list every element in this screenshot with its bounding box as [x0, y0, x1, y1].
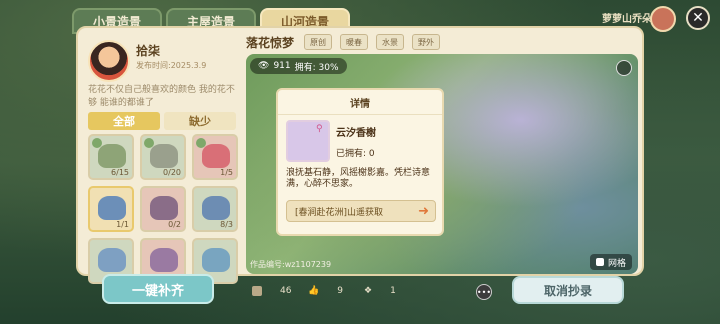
source-button[interactable]: [春涧赴花洲]山遥获取 ➜ [286, 200, 436, 222]
close-button[interactable]: ✕ [686, 6, 710, 30]
filter-all-button[interactable]: 全部 [88, 112, 160, 130]
magnifier-icon[interactable] [616, 60, 632, 76]
work-id: 作品编号:wz1107239 [250, 260, 332, 269]
flower-icon [202, 144, 230, 168]
pavilion-icon [98, 196, 126, 220]
stat-value: 9 [337, 286, 343, 296]
item-cell[interactable]: 1/5 [192, 134, 238, 180]
scene-stats: 👁 911 拥有: 30% [250, 58, 347, 74]
thumbs-up-icon: 👍 [308, 286, 320, 296]
item-thumbnail: ⚲ [286, 120, 330, 162]
work-description: 花花不仅自己般喜欢的颜色 我的花不够 能谁的都谁了 [88, 85, 235, 108]
stat-collects[interactable]: ❖ 1 [364, 286, 396, 296]
item-cell[interactable]: 8/3 [192, 186, 238, 232]
item-count: 1/1 [116, 220, 129, 229]
tag-chip: 暖春 [340, 34, 368, 50]
cancel-copy-button[interactable]: 取消抄录 [512, 276, 624, 304]
stat-value: 1 [390, 286, 396, 296]
item-cell[interactable]: 0/2 [140, 186, 186, 232]
item-description: 浪抚基石静，风摇榭影嘉。凭栏诗意满，心醉不思家。 [286, 168, 431, 189]
bookmark-icon: ❖ [364, 286, 373, 296]
rock-icon [98, 144, 126, 168]
item-cell[interactable]: 6/15 [88, 134, 134, 180]
work-title: 落花惊梦 [246, 36, 295, 50]
item-count: 6/15 [111, 168, 129, 177]
item-name: 云汐香榭 [336, 128, 376, 139]
tag-chip: 原创 [304, 34, 332, 50]
rock-icon [150, 144, 178, 168]
view-count: 911 [273, 61, 291, 71]
item-cell[interactable]: 1/1 [88, 186, 134, 232]
item-count: 8/3 [220, 220, 233, 229]
pavilion-icon [202, 196, 230, 220]
stat-copies: 46 [252, 286, 291, 296]
tag-chip: 野外 [412, 34, 440, 50]
publish-time: 发布时间:2025.3.9 [136, 61, 207, 70]
grid-toggle[interactable]: 网格 [589, 254, 632, 270]
item-cell[interactable]: 0/20 [140, 134, 186, 180]
more-button[interactable]: ••• [476, 284, 492, 300]
item-owned: 已拥有: 0 [336, 149, 375, 159]
pavilion-icon [150, 248, 178, 272]
item-count: 0/2 [168, 220, 181, 229]
left-column: 拾柒 发布时间:2025.3.9 花花不仅自己般喜欢的颜色 我的花不够 能谁的都… [84, 32, 242, 284]
stat-value: 46 [280, 286, 292, 296]
item-count: 1/5 [220, 168, 233, 177]
filter-missing-button[interactable]: 缺少 [164, 112, 236, 130]
checkbox-icon [595, 258, 604, 266]
magnifier-icon: ⚲ [316, 124, 323, 134]
popup-title: 详情 [278, 90, 442, 115]
tag-chip: 水景 [376, 34, 404, 50]
detail-popup: 详情 ⚲ 云汐香榭 已拥有: 0 浪抚基石静，风摇榭影嘉。凭栏诗意满，心醉不思家… [276, 88, 444, 236]
pavilion-icon [202, 248, 230, 272]
arrow-right-icon: ➜ [418, 204, 429, 219]
author-avatar[interactable] [88, 40, 130, 82]
pavilion-icon [150, 196, 178, 220]
user-avatar[interactable] [650, 6, 676, 32]
source-label: [春涧赴花洲]山遥获取 [295, 207, 384, 218]
owned-rate: 拥有: 30% [294, 62, 339, 73]
stat-likes[interactable]: 👍 9 [308, 286, 343, 296]
item-count: 0/20 [163, 168, 181, 177]
more-icon: ••• [476, 287, 492, 297]
fill-all-button[interactable]: 一键补齐 [102, 274, 214, 304]
copy-icon [252, 286, 262, 296]
item-grid: 6/15 0/20 1/5 1/1 0/2 8/3 [88, 134, 240, 284]
author-name: 拾柒 [136, 44, 161, 58]
eye-icon: 👁 [258, 61, 270, 71]
grid-label: 网格 [607, 258, 626, 269]
close-icon: ✕ [692, 10, 704, 26]
pavilion-icon [98, 248, 126, 272]
